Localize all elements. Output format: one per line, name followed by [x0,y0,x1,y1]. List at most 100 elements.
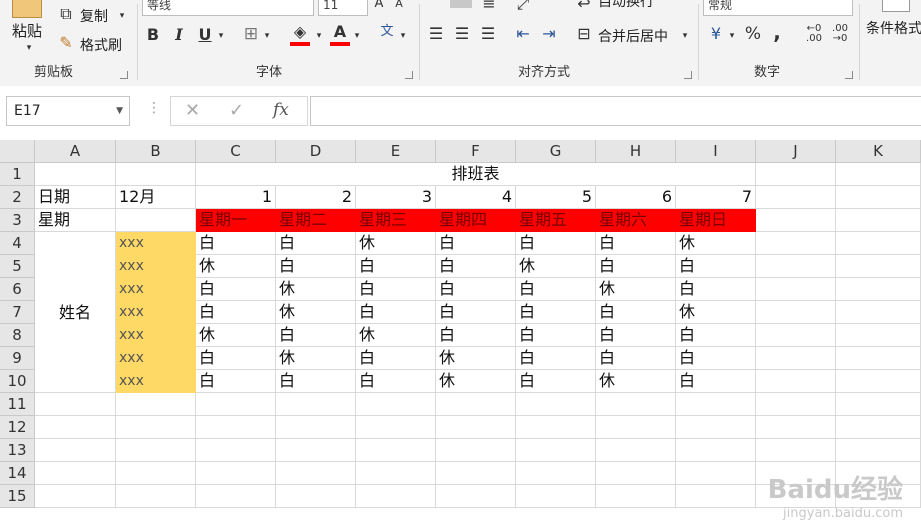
cell[interactable] [356,416,436,439]
column-header[interactable]: G [516,140,596,163]
sheet-title[interactable]: 排班表 [196,163,756,186]
cell[interactable] [596,439,676,462]
cell[interactable] [276,485,356,508]
paste-icon[interactable] [12,0,42,18]
cell[interactable] [116,462,196,485]
employee-name-cell[interactable]: xxx [116,232,196,255]
row-header[interactable]: 10 [0,370,35,393]
name-box[interactable]: E17 ▼ [6,96,130,126]
select-all-corner[interactable] [0,140,35,163]
cell[interactable] [756,416,836,439]
weekday-cell[interactable]: 星期一 [196,209,276,232]
date-label-cell[interactable]: 日期 [35,186,116,209]
shift-cell[interactable]: 休 [596,278,676,301]
cell[interactable] [756,393,836,416]
cell[interactable] [436,485,516,508]
merge-dropdown-icon[interactable]: ▾ [680,26,690,46]
column-header[interactable]: I [676,140,756,163]
shift-cell[interactable]: 白 [356,347,436,370]
shift-cell[interactable]: 白 [356,255,436,278]
cell[interactable] [756,232,836,255]
cell[interactable] [356,485,436,508]
cell[interactable] [35,393,116,416]
cell[interactable] [116,393,196,416]
decrease-font-icon[interactable]: A [390,0,408,14]
formula-input[interactable] [310,96,921,126]
shift-cell[interactable]: 白 [676,347,756,370]
cell[interactable] [676,439,756,462]
decrease-decimal-icon[interactable]: .00 →0 [829,24,851,44]
column-header[interactable]: J [756,140,836,163]
conditional-format-icon[interactable] [882,0,910,12]
alignment-launcher-icon[interactable] [684,71,692,79]
align-right-icon[interactable]: ☰ [478,24,498,44]
employee-name-cell[interactable]: xxx [116,347,196,370]
row-header[interactable]: 7 [0,301,35,324]
shift-cell[interactable]: 白 [516,301,596,324]
shift-cell[interactable]: 休 [276,301,356,324]
font-color-dropdown-icon[interactable]: ▾ [352,26,362,46]
cell[interactable] [836,324,921,347]
shift-cell[interactable]: 白 [276,370,356,393]
shift-cell[interactable]: 白 [196,301,276,324]
orientation-icon[interactable]: ⤢ [512,0,534,14]
shift-cell[interactable]: 白 [436,278,516,301]
day-number-cell[interactable]: 7 [676,186,756,209]
cell[interactable] [276,439,356,462]
cell[interactable] [196,416,276,439]
cell[interactable] [596,416,676,439]
row-header[interactable]: 5 [0,255,35,278]
column-header[interactable]: K [836,140,921,163]
percent-button[interactable]: % [743,24,763,44]
shift-cell[interactable]: 休 [356,232,436,255]
cell[interactable] [836,439,921,462]
shift-cell[interactable]: 白 [516,324,596,347]
cell[interactable] [836,393,921,416]
font-name-combo[interactable]: 等线 [142,0,314,16]
shift-cell[interactable]: 休 [436,370,516,393]
shift-cell[interactable]: 休 [436,347,516,370]
shift-cell[interactable]: 白 [436,324,516,347]
cell[interactable] [356,393,436,416]
cell[interactable] [35,416,116,439]
day-number-cell[interactable]: 1 [196,186,276,209]
shift-cell[interactable]: 白 [516,347,596,370]
weekday-cell[interactable]: 星期六 [596,209,676,232]
employee-name-cell[interactable]: xxx [116,324,196,347]
font-color-icon[interactable]: A [330,22,350,46]
wrap-text-icon[interactable]: ↩ [574,0,594,14]
shift-cell[interactable]: 白 [676,278,756,301]
cell[interactable] [836,255,921,278]
currency-dropdown-icon[interactable]: ▾ [727,26,737,46]
format-painter-button[interactable]: 格式刷 [80,35,122,55]
bold-button[interactable]: B [144,25,162,45]
underline-dropdown-icon[interactable]: ▾ [216,26,226,46]
day-number-cell[interactable]: 3 [356,186,436,209]
weekday-cell[interactable]: 星期日 [676,209,756,232]
cell[interactable] [276,393,356,416]
cell[interactable] [756,370,836,393]
day-number-cell[interactable]: 4 [436,186,516,209]
employee-name-cell[interactable]: xxx [116,301,196,324]
shift-cell[interactable]: 休 [356,324,436,347]
shift-cell[interactable]: 白 [516,370,596,393]
phonetic-icon[interactable]: 文 [376,22,398,42]
column-header[interactable]: D [276,140,356,163]
shift-cell[interactable]: 白 [596,232,676,255]
shift-cell[interactable]: 白 [276,255,356,278]
copy-dropdown-icon[interactable]: ▾ [116,6,128,26]
cell[interactable] [35,485,116,508]
border-icon[interactable]: ⊞ [242,24,260,44]
cell[interactable] [436,416,516,439]
italic-button[interactable]: I [170,25,188,45]
cell[interactable] [596,393,676,416]
employee-name-cell[interactable]: xxx [116,255,196,278]
cell[interactable] [436,462,516,485]
shift-cell[interactable]: 白 [356,301,436,324]
number-format-combo[interactable]: 常规 [703,0,853,16]
shift-cell[interactable]: 白 [516,232,596,255]
day-number-cell[interactable]: 2 [276,186,356,209]
column-header[interactable]: E [356,140,436,163]
font-size-combo[interactable]: 11 [318,0,368,16]
row-header[interactable]: 3 [0,209,35,232]
